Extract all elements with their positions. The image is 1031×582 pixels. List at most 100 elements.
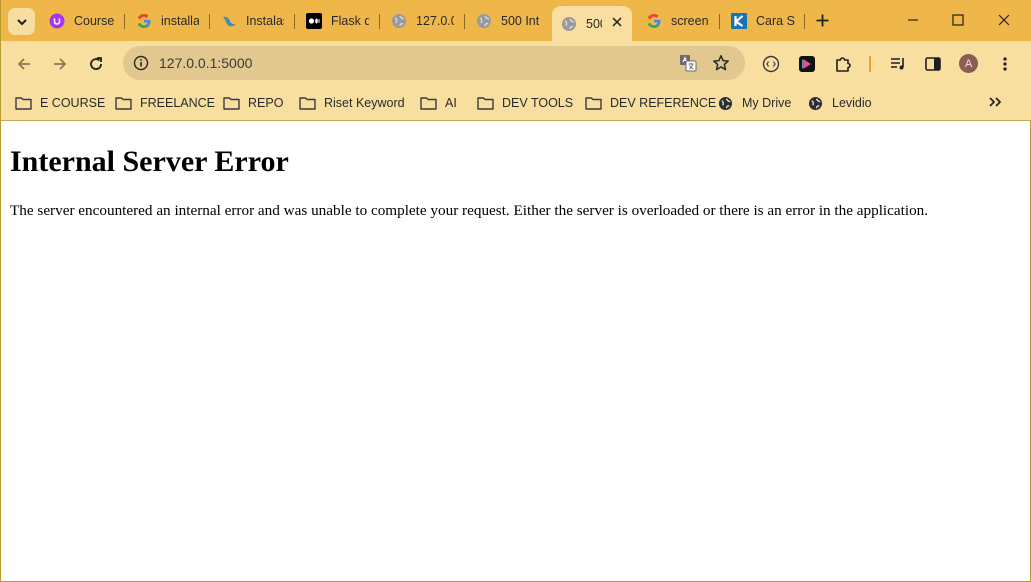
globe-icon [391,13,407,29]
page-content: Internal Server Error The server encount… [2,121,1030,581]
side-panel-icon [925,57,941,71]
tab-strip: Course installa Instalas Flask d [1,0,1031,41]
folder-icon [585,96,602,111]
tab-500-internal[interactable]: 500 Int [476,6,539,35]
arrow-left-icon [17,58,30,70]
tab-title: Instalas [246,13,284,28]
bookmark-label: REPO [248,96,284,110]
bookmark-ai[interactable]: AI [420,94,457,112]
globe-icon [561,16,577,32]
menu-button[interactable] [993,52,1017,76]
browser-window: Course installa Instalas Flask d [0,0,1031,582]
tab-500-active[interactable]: 500 [552,6,632,41]
url-text[interactable]: 127.0.0.1:5000 [159,55,252,71]
bookmark-label: FREELANCE [140,96,216,110]
error-message: The server encountered an internal error… [10,202,929,219]
bookmark-repo[interactable]: REPO [223,94,283,112]
media-playlist-icon [891,58,904,70]
folder-icon [223,96,240,111]
tab-title: 500 [586,16,602,31]
folder-icon [420,96,437,111]
folder-icon [477,96,494,111]
extensions-button[interactable] [831,52,855,76]
chevron-double-right-icon [989,97,1002,107]
tab-title: screen [671,13,709,28]
close-tab-button[interactable] [610,15,624,29]
bookmark-dev-tools[interactable]: DEV TOOLS [477,94,573,112]
bookmark-riset-keyword[interactable]: Riset Keyword [299,94,405,112]
k-icon [731,12,747,29]
extension-video-icon [799,56,815,72]
google-icon [646,13,662,29]
tab-search-button[interactable] [8,8,35,35]
tab-installa[interactable]: installa [136,6,199,35]
maximize-button[interactable] [944,8,972,32]
tab-instalasi[interactable]: Instalas [221,6,284,35]
bookmark-label: E COURSE [40,96,106,110]
tab-flask[interactable]: Flask d [306,6,369,35]
tab-divider [294,14,295,29]
back-button[interactable] [12,52,36,76]
bird-icon [221,13,237,29]
reload-icon [90,57,102,70]
bookmark-star-button[interactable] [710,52,732,74]
plus-icon [816,14,828,26]
tab-title: Cara Sc [756,13,795,28]
toolbar: 127.0.0.1:5000 A [1,41,1031,86]
bookmark-label: AI [445,96,457,110]
more-vert-icon [1003,57,1007,71]
bookmark-my-drive[interactable]: My Drive [717,94,791,112]
reload-button[interactable] [84,52,108,76]
close-icon [612,17,622,27]
tab-divider [379,14,380,29]
bookmark-label: My Drive [742,96,792,110]
chevron-down-icon [16,18,27,25]
folder-icon [15,96,32,111]
maximize-icon [952,14,964,26]
star-icon [713,55,729,71]
bookmark-label: DEV REFERENCE [610,96,717,110]
side-panel-button[interactable] [921,52,945,76]
toolbar-divider [869,56,871,72]
globe-icon [476,13,492,29]
tab-title: installa [161,13,199,28]
extension-devtools-button[interactable] [759,52,783,76]
tab-divider [209,14,210,29]
tab-title: 127.0.0 [416,13,454,28]
extension-video-button[interactable] [795,52,819,76]
medium-icon [306,12,322,29]
tab-divider [464,14,465,29]
extension-circle-icon [762,55,780,73]
more-bookmarks-button[interactable] [986,93,1004,111]
forward-button[interactable] [48,52,72,76]
bookmark-e-course[interactable]: E COURSE [15,94,105,112]
minimize-button[interactable] [899,8,927,32]
profile-avatar[interactable]: A [959,54,978,73]
puzzle-icon [836,57,851,72]
tab-screen[interactable]: screen [646,6,709,35]
bookmark-label: Levidio [832,96,872,110]
site-info-button[interactable] [129,51,153,75]
bookmark-dev-reference[interactable]: DEV REFERENCE [585,94,716,112]
translate-button[interactable] [677,52,699,74]
bookmark-levidio[interactable]: Levidio [807,94,872,112]
tab-divider [124,14,125,29]
tab-title: Course [74,13,114,28]
bookmarks-bar: E COURSE FREELANCE REPO Riset Keyword AI… [1,86,1031,121]
bookmark-freelance[interactable]: FREELANCE [115,94,215,112]
folder-icon [299,96,316,111]
bookmark-label: Riset Keyword [324,96,405,110]
tab-divider [804,14,805,29]
tab-title: Flask d [331,13,369,28]
tab-cara[interactable]: Cara Sc [731,6,795,35]
info-icon [133,55,149,71]
new-tab-button[interactable] [813,11,831,29]
address-bar[interactable]: 127.0.0.1:5000 [123,46,745,80]
media-control-button[interactable] [886,52,910,76]
close-icon [998,14,1010,26]
error-heading: Internal Server Error [10,145,289,178]
close-window-button[interactable] [990,8,1018,32]
tab-course[interactable]: Course [49,6,114,35]
google-icon [136,13,152,29]
tab-localhost[interactable]: 127.0.0 [391,6,454,35]
